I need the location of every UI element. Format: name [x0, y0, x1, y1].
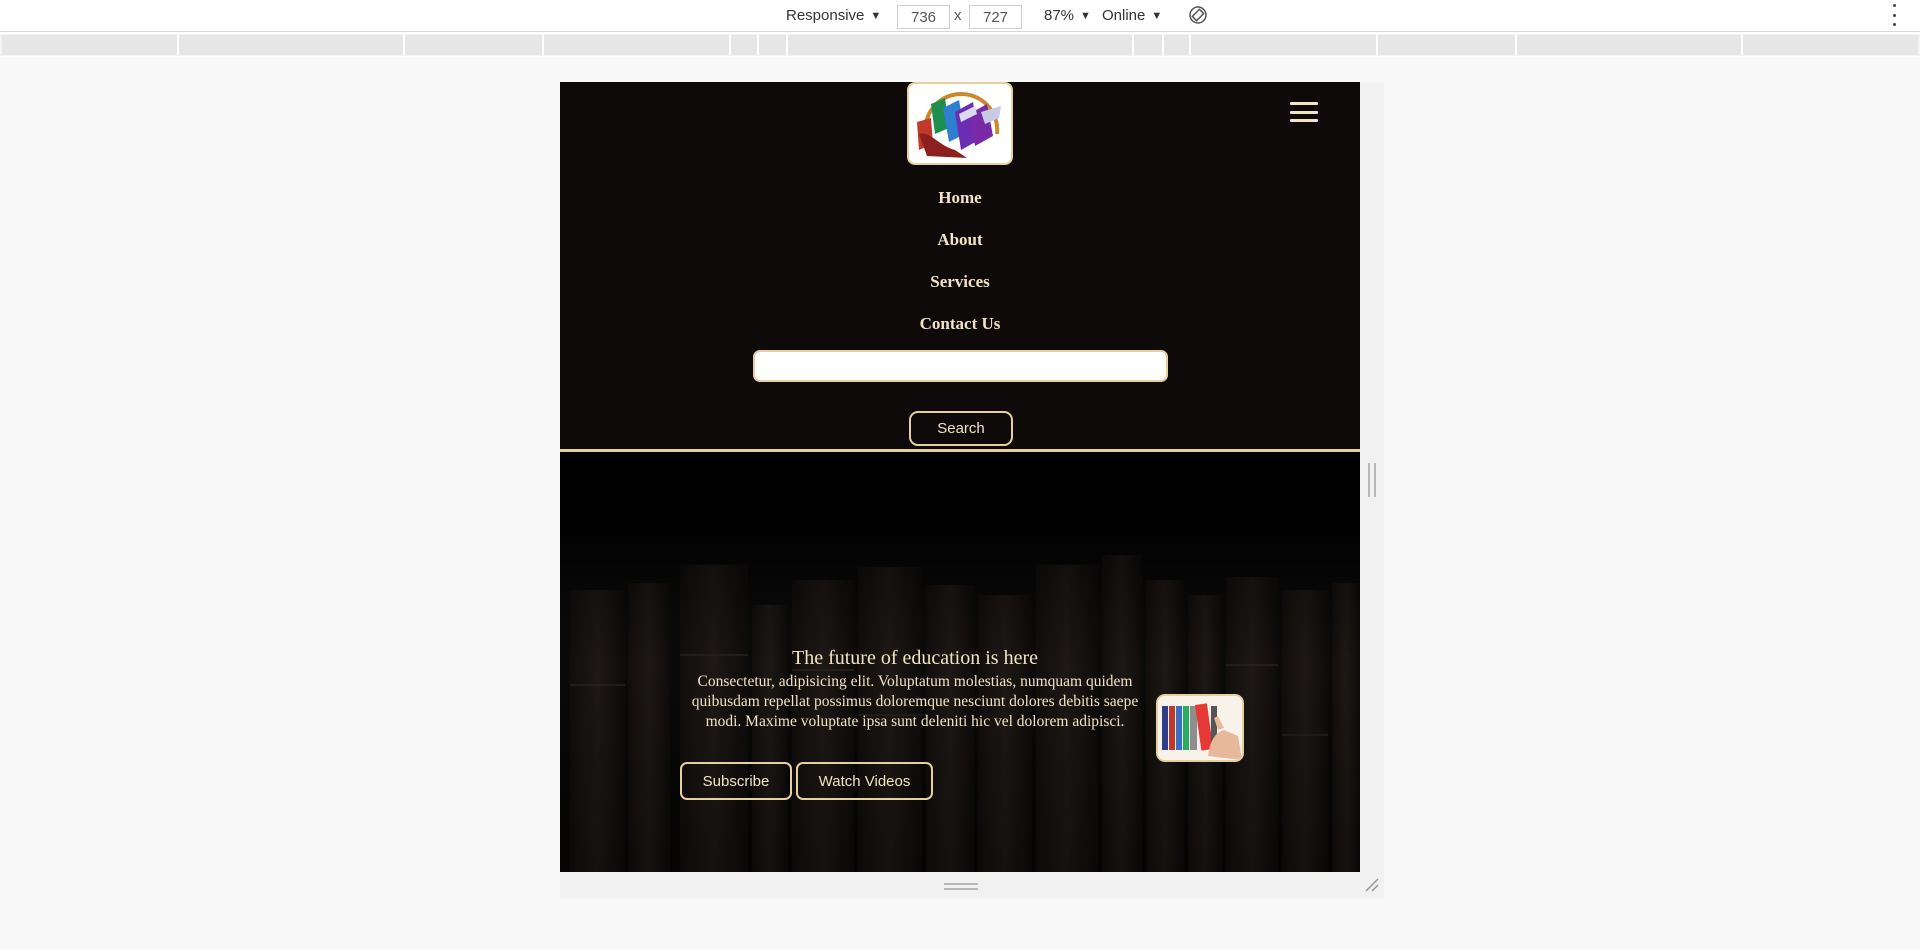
hero-section: The future of education is here Consecte…	[560, 455, 1360, 872]
nav-contact-us[interactable]: Contact Us	[870, 303, 1050, 345]
nav-about[interactable]: About	[870, 219, 1050, 261]
network-selector[interactable]: Online ▼	[1102, 0, 1162, 31]
width-input[interactable]: 736	[897, 5, 950, 29]
main-nav: Home About Services Contact Us	[560, 177, 1360, 345]
hamburger-icon[interactable]	[1290, 102, 1320, 122]
caret-down-icon: ▼	[870, 9, 882, 22]
emulated-viewport: Home About Services Contact Us Search Th…	[560, 82, 1360, 872]
zoom-label: 87%	[1044, 7, 1075, 24]
media-query-bar	[0, 34, 1920, 56]
media-query-range[interactable]	[2, 35, 1918, 55]
subscribe-button[interactable]: Subscribe	[680, 762, 792, 800]
nav-home[interactable]: Home	[870, 177, 1050, 219]
zoom-selector[interactable]: 87% ▼	[1044, 0, 1091, 31]
hero-title: The future of education is here	[791, 647, 1038, 669]
dimension-separator: x	[954, 7, 962, 24]
search-input[interactable]	[753, 350, 1168, 382]
caret-down-icon: ▼	[1080, 9, 1091, 22]
resize-corner-icon[interactable]	[1364, 877, 1380, 893]
device-selector[interactable]: Responsive ▼	[786, 0, 881, 31]
site-header: Home About Services Contact Us Search	[560, 82, 1360, 452]
rotate-icon[interactable]	[1188, 5, 1208, 25]
devtools-toolbar: Responsive ▼ 736 x 727 87% ▼ Online ▼	[0, 0, 1920, 32]
resize-handle-right[interactable]	[1368, 463, 1376, 497]
search-button[interactable]: Search	[909, 411, 1013, 446]
network-label: Online	[1102, 7, 1146, 24]
nav-services[interactable]: Services	[870, 261, 1050, 303]
caret-down-icon: ▼	[1151, 9, 1163, 22]
books-logo[interactable]	[907, 82, 1013, 165]
hero-description: Consectetur, adipisicing elit. Voluptatu…	[691, 673, 1139, 730]
hero-thumbnail-image	[1156, 694, 1244, 762]
kebab-menu-icon[interactable]	[1890, 4, 1898, 26]
resize-handle-bottom[interactable]	[944, 883, 978, 890]
device-label: Responsive	[786, 7, 865, 24]
height-input[interactable]: 727	[969, 5, 1022, 29]
watch-videos-button[interactable]: Watch Videos	[796, 762, 933, 800]
